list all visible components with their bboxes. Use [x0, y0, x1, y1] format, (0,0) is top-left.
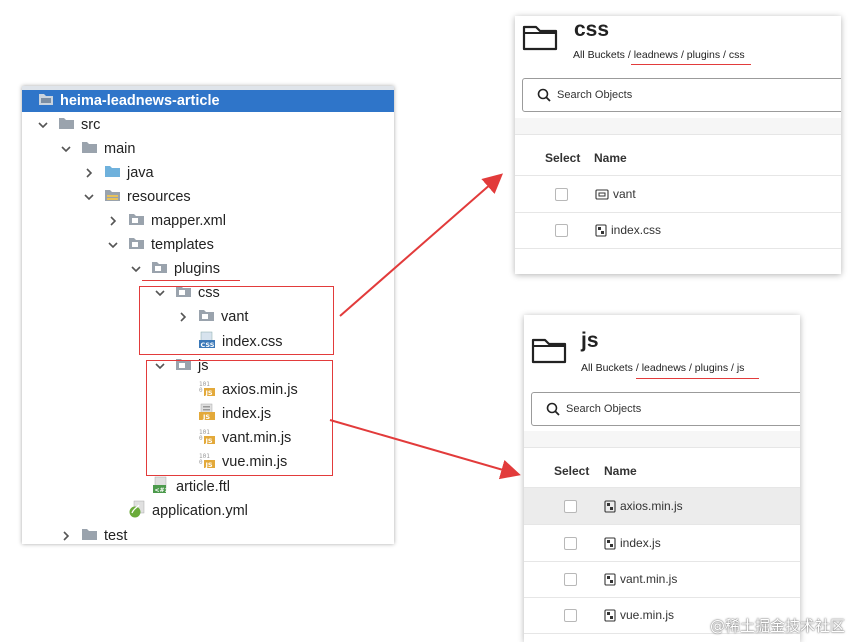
row-checkbox[interactable]	[564, 573, 577, 586]
minio-css-bucket-panel: css All Buckets / leadnews / plugins / c…	[515, 16, 841, 274]
file-icon	[595, 223, 607, 237]
search-icon	[546, 402, 560, 416]
column-header-name[interactable]: Name	[604, 464, 637, 478]
object-name[interactable]: axios.min.js	[604, 499, 683, 513]
object-name[interactable]: index.js	[604, 536, 661, 550]
object-name-label: vant	[613, 187, 636, 201]
breadcrumb-underline-annotation	[631, 64, 751, 65]
breadcrumb[interactable]: All Buckets / leadnews / plugins / js	[581, 362, 744, 374]
divider	[524, 447, 800, 448]
table-row[interactable]: index.js	[524, 525, 800, 562]
search-input[interactable]: Search Objects	[531, 392, 800, 426]
table-row[interactable]: vant	[515, 176, 841, 213]
search-icon	[537, 88, 551, 102]
table-row[interactable]: vant.min.js	[524, 561, 800, 598]
minio-js-bucket-panel: js All Buckets / leadnews / plugins / js…	[524, 315, 800, 642]
arrow-to-js-panel	[329, 419, 521, 480]
column-header-name[interactable]: Name	[594, 151, 627, 165]
file-icon	[604, 608, 616, 622]
folder-icon	[522, 21, 560, 58]
row-checkbox[interactable]	[555, 188, 568, 201]
object-name-label: index.css	[611, 223, 662, 237]
row-checkbox[interactable]	[564, 609, 577, 622]
object-name-label: axios.min.js	[620, 499, 683, 513]
row-checkbox[interactable]	[564, 537, 577, 550]
search-placeholder: Search Objects	[557, 89, 633, 101]
table-toolbar-strip	[515, 118, 841, 134]
object-name[interactable]: vant	[595, 187, 636, 201]
column-header-select[interactable]: Select	[545, 151, 580, 165]
object-name[interactable]: vue.min.js	[604, 608, 674, 622]
object-name-label: vue.min.js	[620, 608, 675, 622]
table-toolbar-strip	[524, 431, 800, 447]
page-title: css	[574, 18, 610, 41]
row-checkbox[interactable]	[564, 500, 577, 513]
object-name-label: vant.min.js	[620, 572, 678, 586]
breadcrumb-underline-annotation	[636, 378, 759, 379]
search-placeholder: Search Objects	[566, 403, 642, 415]
object-name[interactable]: index.css	[595, 223, 661, 237]
file-icon	[604, 536, 616, 550]
file-icon	[604, 499, 616, 513]
page-title: js	[581, 329, 599, 352]
folder-icon	[531, 334, 569, 371]
watermark: @稀土掘金技术社区	[709, 617, 845, 635]
arrow-to-css-panel	[339, 173, 504, 317]
file-icon	[604, 572, 616, 586]
search-input[interactable]: Search Objects	[522, 78, 841, 112]
object-name[interactable]: vant.min.js	[604, 572, 677, 586]
column-header-select[interactable]: Select	[554, 464, 589, 478]
object-name-label: index.js	[620, 536, 661, 550]
divider	[515, 134, 841, 135]
folder-icon	[595, 188, 609, 200]
breadcrumb[interactable]: All Buckets / leadnews / plugins / css	[573, 49, 745, 61]
table-row[interactable]: axios.min.js	[524, 488, 800, 525]
row-checkbox[interactable]	[555, 224, 568, 237]
table-row[interactable]: index.css	[515, 212, 841, 249]
